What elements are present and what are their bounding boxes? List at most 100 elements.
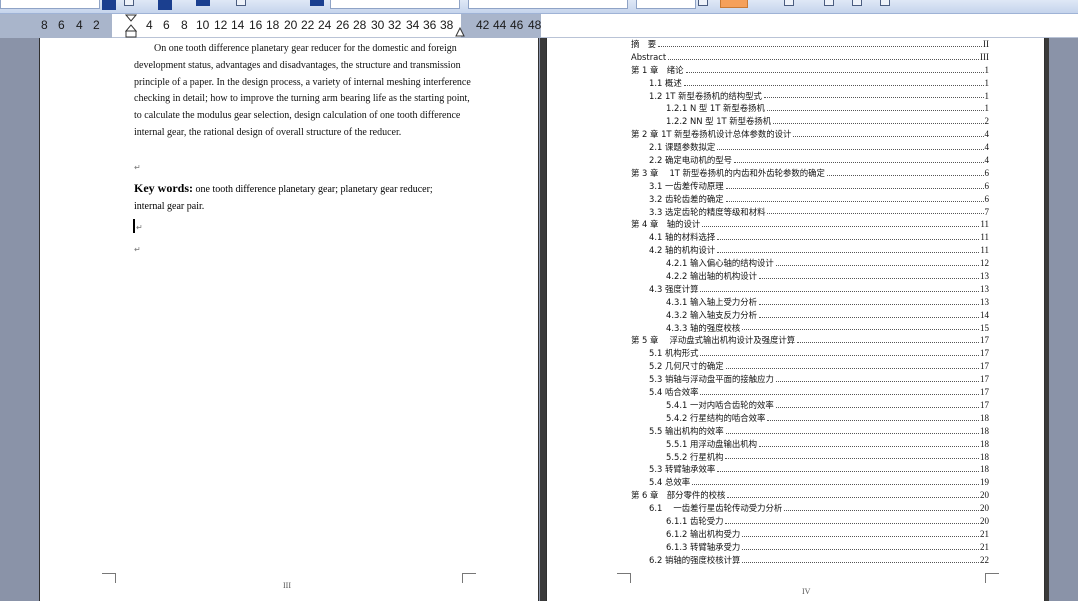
toc-entry[interactable]: 4.3.2 输入轴支反力分析 14 <box>631 308 989 322</box>
toc-entry-title: 5.3 转臂轴承效率 <box>649 463 717 477</box>
toc-entry[interactable]: 2.2 确定电动机的型号 4 <box>631 154 989 167</box>
toc-entry-title: 4.3.3 轴的强度校核 <box>666 321 742 335</box>
toc-entry[interactable]: 6.2 销轴的强度校核计算 22 <box>631 553 989 567</box>
format-painter-icon[interactable] <box>124 0 134 6</box>
toc-entry[interactable]: 5.3 销轴与浮动盘平面的接触应力 17 <box>631 373 989 387</box>
toc-entry-title: 第 1 章 绪论 <box>631 63 685 77</box>
horizontal-ruler[interactable]: 8 6 4 2 4 6 8 10 12 14 16 18 20 22 24 26… <box>0 14 1078 38</box>
toc-entry[interactable]: 5.5 输出机构的效率 18 <box>631 424 989 438</box>
selected-tool-button[interactable] <box>720 0 748 8</box>
toc-entry[interactable]: 5.5.2 行星机构 18 <box>631 450 989 464</box>
toc-entry-title: 5.4.1 一对内啮合齿轮的效率 <box>666 398 775 412</box>
toc-entry[interactable]: 1.2 1T 新型卷扬机的结构型式 1 <box>631 89 989 103</box>
toc-entry-page: 17 <box>980 360 989 374</box>
formatting-toolbar <box>0 0 1078 14</box>
toc-leader-dots <box>658 38 982 47</box>
toc-entry-page: 12 <box>980 257 989 271</box>
document-page-left[interactable]: On one tooth difference planetary gear r… <box>39 38 539 601</box>
toc-leader-dots <box>742 322 979 331</box>
toc-entry[interactable]: 1.1 概述 1 <box>631 76 989 90</box>
ruler-number: 34 <box>406 18 420 32</box>
indent-marker-icon[interactable] <box>125 14 137 38</box>
toc-entry-title: 6.2 销轴的强度校核计算 <box>649 553 742 567</box>
toc-entry-title: 5.5.2 行星机构 <box>666 450 725 464</box>
toc-entry[interactable]: 4.3 强度计算 13 <box>631 282 989 296</box>
find-field[interactable] <box>636 0 696 9</box>
ruler-number: 38 <box>440 18 454 32</box>
abstract-text: On one tooth difference planetary gear r… <box>134 43 471 138</box>
toc-entry[interactable]: 3.3 选定齿轮的精度等级和材料 7 <box>631 205 989 219</box>
font-dropdown-arrow-icon[interactable] <box>158 0 172 10</box>
toc-entry[interactable]: 第 6 章 部分零件的校核 20 <box>631 489 989 503</box>
toc-entry[interactable]: 2.1 课题参数拟定 4 <box>631 141 989 155</box>
toc-entry-title: 4.3 强度计算 <box>649 282 700 296</box>
toc-leader-dots <box>742 528 979 537</box>
toc-entry-page: 14 <box>980 308 989 322</box>
toc-entry[interactable]: 4.2 轴的机构设计 11 <box>631 244 989 258</box>
toc-entry[interactable]: 5.1 机构形式 17 <box>631 347 989 361</box>
toc-entry-page: 17 <box>980 386 989 399</box>
columns-icon[interactable] <box>824 0 834 6</box>
highlight-color-icon[interactable] <box>196 0 210 6</box>
toc-entry[interactable]: 摘 要 II <box>631 38 989 51</box>
toc-entry[interactable]: 5.4.1 一对内啮合齿轮的效率 17 <box>631 398 989 412</box>
toc-leader-dots <box>767 206 984 215</box>
toc-entry[interactable]: 第 3 章 1T 新型卷扬机的内齿和外齿轮参数的确定 6 <box>631 166 989 180</box>
toc-entry[interactable]: 5.2 几何尺寸的确定 17 <box>631 360 989 374</box>
toc-entry-title: 6.1.2 输出机构受力 <box>666 527 742 541</box>
toc-entry-title: 5.4 总效率 <box>649 476 692 490</box>
toc-entry[interactable]: 第 4 章 轴的设计 11 <box>631 218 989 232</box>
underline-icon[interactable] <box>236 0 246 6</box>
toc-entry[interactable]: 4.2.2 输出轴的机构设计 13 <box>631 270 989 283</box>
right-indent-marker-icon[interactable] <box>455 25 465 37</box>
toc-leader-dots <box>717 231 980 241</box>
document-page-right[interactable]: 摘 要 II Abstract III 第 1 章 绪论 1 1.1 概述 1 1.2 1T 新… <box>546 38 1045 601</box>
toc-entry-title: 3.3 选定齿轮的精度等级和材料 <box>649 205 767 219</box>
toc-entry[interactable]: 3.2 齿轮齿差的确定 6 <box>631 192 989 206</box>
toc-entry-title: 2.2 确定电动机的型号 <box>649 154 733 167</box>
toc-entry[interactable]: 6.1.1 齿轮受力 20 <box>631 514 989 528</box>
toc-entry[interactable]: 第 2 章 1T 新型卷扬机设计总体参数的设计 4 <box>631 128 989 142</box>
text-cursor <box>133 219 135 233</box>
ruler-number: 26 <box>336 18 350 32</box>
toc-leader-dots <box>717 141 984 151</box>
document-map-icon[interactable] <box>880 0 890 6</box>
toc-entry[interactable]: 4.1 轴的材料选择 11 <box>631 231 989 245</box>
style-dropdown-arrow-icon[interactable] <box>102 0 116 10</box>
ruler-number: 10 <box>196 18 210 32</box>
font-size-field[interactable] <box>468 0 628 9</box>
margin-corner-mark <box>462 573 476 583</box>
toc-entry[interactable]: 4.3.1 输入轴上受力分析 13 <box>631 295 989 309</box>
style-dropdown[interactable] <box>0 0 100 9</box>
drawing-icon[interactable] <box>852 0 862 6</box>
toc-entry[interactable]: 6.1 一齿差行星齿轮传动受力分析 20 <box>631 502 989 515</box>
ruler-number: 8 <box>181 18 188 32</box>
toc-entry[interactable]: 6.1.3 转臂轴承受力 21 <box>631 540 989 554</box>
toc-entry[interactable]: 1.2.2 NN 型 1T 新型卷扬机 2 <box>631 115 989 129</box>
toc-entry-title: 5.3 销轴与浮动盘平面的接触应力 <box>649 373 775 387</box>
toc-entry[interactable]: 4.2.1 输入偏心轴的结构设计 12 <box>631 257 989 271</box>
insert-picture-icon[interactable] <box>698 0 708 6</box>
toc-entry[interactable]: 6.1.2 输出机构受力 21 <box>631 527 989 541</box>
toc-entry[interactable]: 4.3.3 轴的强度校核 15 <box>631 321 989 335</box>
toc-entry-page: 11 <box>980 218 989 232</box>
toc-entry[interactable]: 5.3 转臂轴承效率 18 <box>631 463 989 477</box>
toc-entry[interactable]: 第 5 章 浮动盘式输出机构设计及强度计算 17 <box>631 334 989 348</box>
toc-entry[interactable]: 5.4.2 行星结构的啮合效率 18 <box>631 411 989 425</box>
ruler-number: 16 <box>249 18 263 32</box>
toc-leader-dots <box>767 412 979 421</box>
toc-entry[interactable]: 3.1 一齿差传动原理 6 <box>631 179 989 193</box>
toc-entry[interactable]: 5.5.1 用浮动盘输出机构 18 <box>631 437 989 451</box>
toc-entry[interactable]: 5.4 总效率 19 <box>631 476 989 490</box>
toc-entry-page: 21 <box>980 527 989 541</box>
table-icon[interactable] <box>784 0 794 6</box>
font-color-icon[interactable] <box>310 0 324 6</box>
zoom-field[interactable] <box>330 0 460 9</box>
toc-entry[interactable]: 1.2.1 N 型 1T 新型卷扬机 1 <box>631 102 989 116</box>
toc-entry-title: 4.2 轴的机构设计 <box>649 244 717 258</box>
toc-leader-dots <box>793 128 984 138</box>
toc-entry[interactable]: Abstract III <box>631 50 989 64</box>
toc-entry[interactable]: 第 1 章 绪论 1 <box>631 63 989 77</box>
toc-entry[interactable]: 5.4 啮合效率 17 <box>631 386 989 399</box>
toc-leader-dots <box>725 180 984 189</box>
